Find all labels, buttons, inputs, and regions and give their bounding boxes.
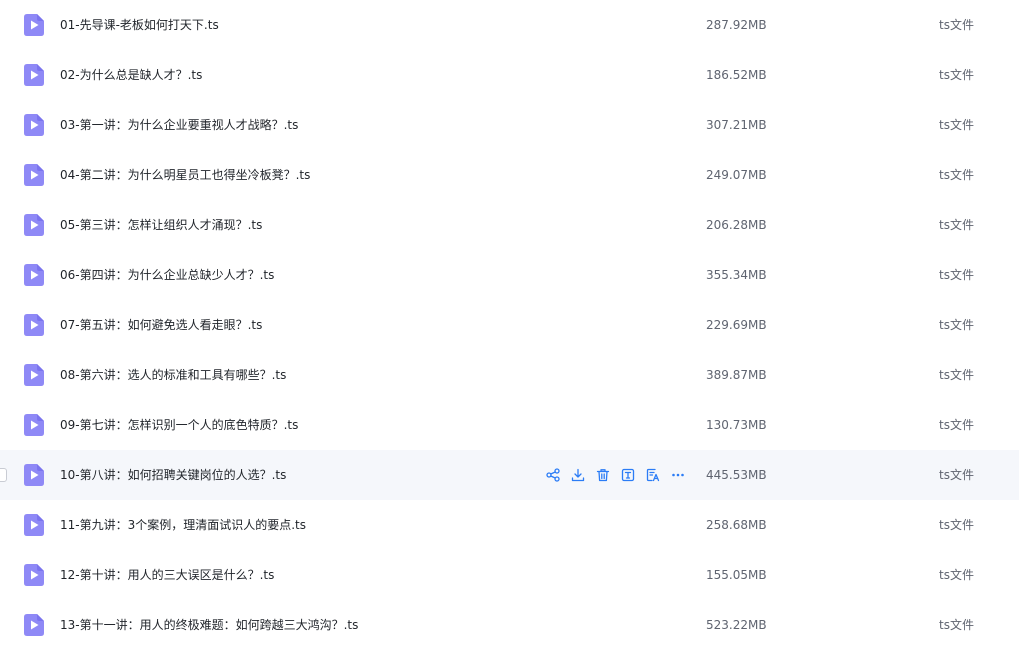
file-size: 258.68MB [706,518,767,532]
file-row[interactable]: 06-第四讲：为什么企业总缺少人才？.ts 355.34MB ts文件 [0,250,1019,300]
file-size: 186.52MB [706,68,767,82]
file-type: ts文件 [939,418,974,432]
video-file-icon [24,114,44,136]
file-size: 206.28MB [706,218,767,232]
file-name[interactable]: 03-第一讲：为什么企业要重视人才战略？.ts [60,100,298,150]
file-row[interactable]: 07-第五讲：如何避免选人看走眼？.ts 229.69MB ts文件 [0,300,1019,350]
share-icon[interactable] [543,465,563,485]
file-size: 229.69MB [706,318,767,332]
video-file-icon [24,564,44,586]
file-size: 130.73MB [706,418,767,432]
file-name[interactable]: 10-第八讲：如何招聘关键岗位的人选？.ts [60,450,286,500]
file-size: 307.21MB [706,118,767,132]
file-type: ts文件 [939,318,974,332]
video-file-icon [24,414,44,436]
file-size: 249.07MB [706,168,767,182]
file-type: ts文件 [939,468,974,482]
file-size: 523.22MB [706,618,767,632]
file-row[interactable]: 04-第二讲：为什么明星员工也得坐冷板凳？.ts 249.07MB ts文件 [0,150,1019,200]
file-name[interactable]: 04-第二讲：为什么明星员工也得坐冷板凳？.ts [60,150,310,200]
file-name[interactable]: 06-第四讲：为什么企业总缺少人才？.ts [60,250,274,300]
file-type: ts文件 [939,118,974,132]
file-row[interactable]: 09-第七讲：怎样识别一个人的底色特质？.ts 130.73MB ts文件 [0,400,1019,450]
video-file-icon [24,264,44,286]
file-row[interactable]: 12-第十讲：用人的三大误区是什么？.ts 155.05MB ts文件 [0,550,1019,600]
file-row[interactable]: 03-第一讲：为什么企业要重视人才战略？.ts 307.21MB ts文件 [0,100,1019,150]
file-name[interactable]: 02-为什么总是缺人才？.ts [60,50,202,100]
more-icon[interactable] [668,465,688,485]
file-type: ts文件 [939,368,974,382]
file-type: ts文件 [939,218,974,232]
file-type: ts文件 [939,518,974,532]
file-type: ts文件 [939,18,974,32]
trash-icon[interactable] [593,465,613,485]
file-name[interactable]: 07-第五讲：如何避免选人看走眼？.ts [60,300,262,350]
file-name[interactable]: 11-第九讲：3个案例，理清面试识人的要点.ts [60,500,306,550]
file-row[interactable]: 08-第六讲：选人的标准和工具有哪些？.ts 389.87MB ts文件 [0,350,1019,400]
file-size: 355.34MB [706,268,767,282]
video-file-icon [24,214,44,236]
file-type: ts文件 [939,568,974,582]
row-actions [543,465,693,485]
video-file-icon [24,64,44,86]
file-size: 155.05MB [706,568,767,582]
video-file-icon [24,164,44,186]
file-size: 445.53MB [706,468,767,482]
file-name[interactable]: 13-第十一讲：用人的终极难题：如何跨越三大鸿沟？.ts [60,600,358,650]
file-type: ts文件 [939,268,974,282]
video-file-icon [24,514,44,536]
file-type: ts文件 [939,618,974,632]
video-file-icon [24,314,44,336]
file-name[interactable]: 08-第六讲：选人的标准和工具有哪些？.ts [60,350,286,400]
file-row[interactable]: 10-第八讲：如何招聘关键岗位的人选？.ts 445.53MB ts文件 [0,450,1019,500]
file-row[interactable]: 02-为什么总是缺人才？.ts 186.52MB ts文件 [0,50,1019,100]
file-row[interactable]: 11-第九讲：3个案例，理清面试识人的要点.ts 258.68MB ts文件 [0,500,1019,550]
download-icon[interactable] [568,465,588,485]
file-name[interactable]: 01-先导课-老板如何打天下.ts [60,0,219,50]
file-row[interactable]: 01-先导课-老板如何打天下.ts 287.92MB ts文件 [0,0,1019,50]
text-extract-icon[interactable] [618,465,638,485]
file-row[interactable]: 13-第十一讲：用人的终极难题：如何跨越三大鸿沟？.ts 523.22MB ts文件 [0,600,1019,650]
row-checkbox[interactable] [0,468,7,482]
video-file-icon [24,614,44,636]
file-name[interactable]: 05-第三讲：怎样让组织人才涌现？.ts [60,200,262,250]
file-name[interactable]: 12-第十讲：用人的三大误区是什么？.ts [60,550,274,600]
file-size: 287.92MB [706,18,767,32]
file-row[interactable]: 05-第三讲：怎样让组织人才涌现？.ts 206.28MB ts文件 [0,200,1019,250]
file-type: ts文件 [939,168,974,182]
file-name[interactable]: 09-第七讲：怎样识别一个人的底色特质？.ts [60,400,298,450]
video-file-icon [24,14,44,36]
file-size: 389.87MB [706,368,767,382]
video-file-icon [24,464,44,486]
file-type: ts文件 [939,68,974,82]
file-list: 01-先导课-老板如何打天下.ts 287.92MB ts文件 02-为什么总是缺人才… [0,0,1019,654]
translate-icon[interactable] [643,465,663,485]
video-file-icon [24,364,44,386]
